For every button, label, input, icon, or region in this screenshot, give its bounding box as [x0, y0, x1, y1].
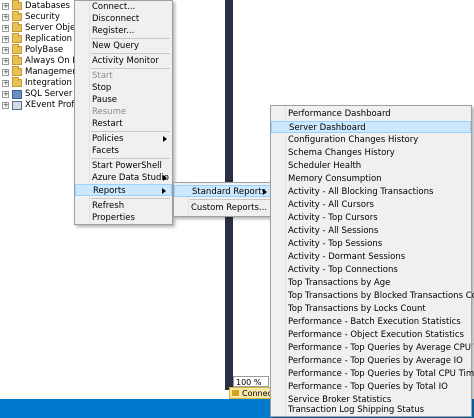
menu-item-label: Reports — [93, 186, 126, 196]
zoom-selector[interactable]: 100 % — [233, 376, 269, 387]
menu-item-properties[interactable]: Properties — [75, 212, 172, 224]
connection-status: Connect — [229, 387, 275, 399]
report-top-queries-avg-cpu[interactable]: Performance - Top Queries by Average CPU… — [271, 342, 474, 354]
expand-icon[interactable]: + — [2, 13, 9, 21]
report-configuration-changes-history[interactable]: Configuration Changes History — [271, 134, 471, 146]
report-scheduler-health[interactable]: Scheduler Health — [271, 160, 471, 172]
menu-item-start: Start — [92, 71, 113, 81]
submenu-arrow-icon — [163, 175, 167, 181]
report-top-queries-avg-io[interactable]: Performance - Top Queries by Average IO — [271, 355, 471, 367]
report-activity-top-sessions[interactable]: Activity - Top Sessions — [271, 238, 471, 250]
tree-item-label: XEvent Profil — [25, 100, 80, 110]
tree-item-label: Always On H — [25, 56, 79, 66]
menu-item-facets[interactable]: Facets — [75, 145, 172, 157]
report-performance-dashboard[interactable]: Performance Dashboard — [271, 108, 471, 120]
menu-item-standard-reports[interactable]: Standard Reports — [174, 185, 273, 197]
folder-icon — [12, 33, 22, 43]
menu-item-restart[interactable]: Restart — [75, 118, 172, 130]
report-activity-top-cursors[interactable]: Activity - Top Cursors — [271, 212, 471, 224]
menu-separator — [91, 131, 170, 132]
tree-item-label: Replication — [25, 34, 73, 44]
submenu-arrow-icon — [162, 188, 166, 194]
tree-item-label: Security — [25, 12, 60, 22]
report-memory-consumption[interactable]: Memory Consumption — [271, 173, 471, 185]
folder-icon — [12, 77, 22, 87]
report-transaction-log-shipping-status[interactable]: Transaction Log Shipping Status — [271, 404, 471, 416]
menu-item-label: Policies — [92, 134, 124, 144]
folder-icon — [12, 66, 22, 76]
menu-item-azure-data-studio[interactable]: Azure Data Studio — [75, 172, 172, 184]
server-context-menu: Connect... Disconnect Register... New Qu… — [74, 0, 173, 225]
tree-item-label: SQL Server A — [25, 89, 81, 99]
menu-separator — [190, 199, 271, 200]
submenu-arrow-icon — [163, 136, 167, 142]
expand-icon[interactable]: + — [2, 57, 9, 65]
folder-icon — [12, 44, 22, 54]
report-top-transactions-by-blocked-count[interactable]: Top Transactions by Blocked Transactions… — [271, 290, 474, 302]
menu-item-policies[interactable]: Policies — [75, 133, 172, 145]
report-top-queries-total-io[interactable]: Performance - Top Queries by Total IO — [271, 381, 471, 393]
menu-separator — [91, 158, 170, 159]
tree-item-label: Server Objec — [25, 23, 80, 33]
expand-icon[interactable]: + — [2, 35, 9, 43]
menu-separator — [91, 53, 170, 54]
tree-item-label: Managemen — [25, 67, 78, 77]
tree-item-label: PolyBase — [25, 45, 64, 55]
expand-icon[interactable]: + — [2, 90, 9, 98]
menu-item-stop[interactable]: Stop — [75, 82, 172, 94]
menu-item-start-powershell[interactable]: Start PowerShell — [75, 160, 172, 172]
object-explorer-tree: + Databases + Security + Server Objec + … — [0, 0, 81, 418]
expand-icon[interactable]: + — [2, 79, 9, 87]
menu-item-disconnect[interactable]: Disconnect — [75, 13, 172, 25]
menu-item-label: Standard Reports — [192, 187, 266, 197]
folder-icon — [12, 0, 22, 10]
submenu-arrow-icon — [263, 189, 267, 195]
report-activity-all-cursors[interactable]: Activity - All Cursors — [271, 199, 471, 211]
agent-icon — [12, 89, 22, 99]
report-activity-dormant-sessions[interactable]: Activity - Dormant Sessions — [271, 251, 471, 263]
tree-item-label: Databases — [25, 1, 70, 11]
report-top-transactions-by-age[interactable]: Top Transactions by Age — [271, 277, 471, 289]
report-top-transactions-by-locks-count[interactable]: Top Transactions by Locks Count — [271, 303, 471, 315]
menu-item-custom-reports[interactable]: Custom Reports... — [174, 202, 273, 214]
report-activity-top-connections[interactable]: Activity - Top Connections — [271, 264, 471, 276]
report-server-dashboard[interactable]: Server Dashboard — [271, 121, 471, 133]
expand-icon[interactable]: + — [2, 68, 9, 76]
menu-item-connect[interactable]: Connect... — [75, 1, 172, 13]
standard-reports-submenu: Performance Dashboard Server Dashboard C… — [270, 105, 474, 417]
expand-icon[interactable]: + — [2, 24, 9, 32]
report-top-queries-total-cpu[interactable]: Performance - Top Queries by Total CPU T… — [271, 368, 474, 380]
expand-icon[interactable]: + — [2, 101, 9, 109]
menu-item-reports[interactable]: Reports — [75, 184, 172, 196]
menu-item-activity-monitor[interactable]: Activity Monitor — [75, 55, 172, 67]
menu-separator — [91, 68, 170, 69]
expand-icon[interactable]: + — [2, 2, 9, 10]
report-performance-object-execution[interactable]: Performance - Object Execution Statistic… — [271, 329, 471, 341]
tree-item-label: Integration S — [25, 78, 80, 88]
menu-separator — [91, 38, 170, 39]
report-schema-changes-history[interactable]: Schema Changes History — [271, 147, 471, 159]
menu-item-label: Azure Data Studio — [92, 173, 169, 183]
menu-item-refresh[interactable]: Refresh — [75, 200, 172, 212]
folder-icon — [12, 11, 22, 21]
report-performance-batch-execution[interactable]: Performance - Batch Execution Statistics — [271, 316, 471, 328]
folder-icon — [12, 22, 22, 32]
expand-icon[interactable]: + — [2, 46, 9, 54]
tree-item-xevent-profiler[interactable]: + XEvent Profil — [2, 99, 79, 111]
connected-icon — [232, 390, 239, 396]
reports-submenu: Standard Reports Custom Reports... — [173, 182, 274, 217]
report-activity-all-blocking-transactions[interactable]: Activity - All Blocking Transactions — [271, 186, 471, 198]
menu-separator — [91, 198, 170, 199]
menu-item-pause[interactable]: Pause — [75, 94, 172, 106]
folder-icon — [12, 55, 22, 65]
report-activity-all-sessions[interactable]: Activity - All Sessions — [271, 225, 471, 237]
menu-item-resume: Resume — [92, 107, 127, 117]
menu-item-new-query[interactable]: New Query — [75, 40, 172, 52]
xevent-icon — [12, 100, 22, 110]
menu-item-register[interactable]: Register... — [75, 25, 172, 37]
